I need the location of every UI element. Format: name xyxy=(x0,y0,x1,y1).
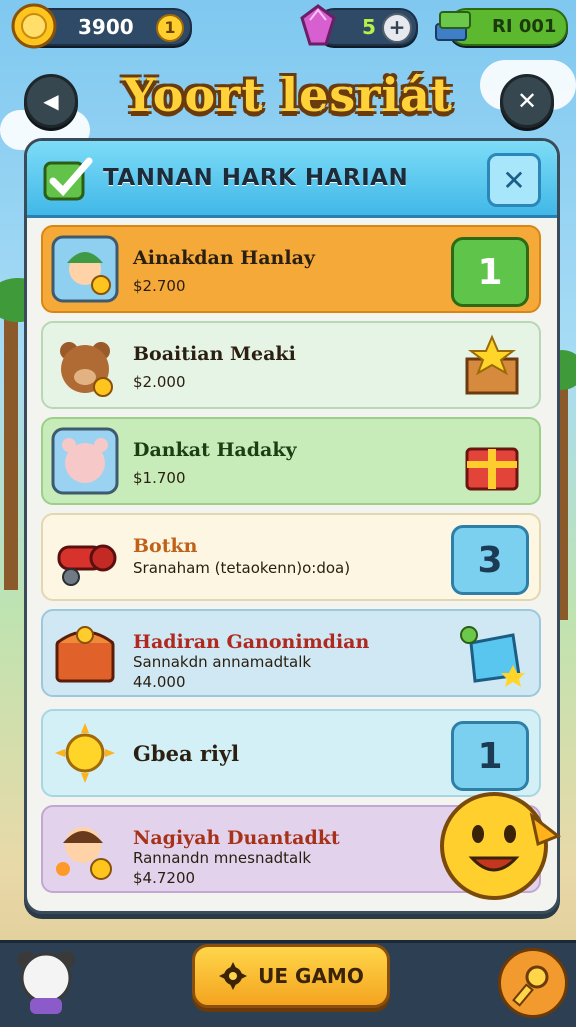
top-bar: 3900 1 5 + RI 001 xyxy=(0,0,576,50)
back-button[interactable]: ◀ xyxy=(24,74,78,128)
gem-icon xyxy=(300,4,336,46)
gem-value: 5 xyxy=(362,15,376,39)
close-screen-button[interactable]: ✕ xyxy=(500,74,554,128)
panel-header: TANNAN HARK HARIAN ✕ xyxy=(27,141,557,218)
key-icon xyxy=(512,965,549,1007)
task-reward: $2.000 xyxy=(133,373,186,391)
panel-close-button[interactable]: ✕ xyxy=(487,153,541,207)
gear-icon xyxy=(219,962,248,990)
task-row[interactable]: Ainakdan Hanlay $2.700 1 xyxy=(41,225,541,313)
play-game-button[interactable]: UE GAMO xyxy=(192,944,390,1008)
gift-box-icon xyxy=(465,447,519,491)
task-reward: $1.700 xyxy=(133,469,186,487)
screen-title: Yoort lesriát xyxy=(122,68,454,122)
task-row[interactable]: Dankat Hadaky $1.700 xyxy=(41,417,541,505)
task-description: Sannakdn annamadtalk xyxy=(133,653,312,671)
girl-portrait-icon xyxy=(56,827,112,880)
character-portrait-icon xyxy=(51,235,119,303)
task-count-badge[interactable]: 3 xyxy=(451,525,529,595)
task-row[interactable]: Gbea riyl 1 xyxy=(41,709,541,797)
task-name: Ainakdan Hanlay xyxy=(133,247,315,269)
coin-level-badge: 1 xyxy=(156,14,184,42)
play-game-label: UE GAMO xyxy=(258,964,364,988)
pig-portrait-icon xyxy=(51,427,119,495)
panel-title: TANNAN HARK HARIAN xyxy=(103,165,409,191)
task-row[interactable]: Botkn Sranaham (tetaokenn)o:doa) 3 xyxy=(41,513,541,601)
add-gems-button[interactable]: + xyxy=(382,13,412,43)
task-name: Gbea riyl xyxy=(133,741,240,766)
back-icon: ◀ xyxy=(43,89,59,113)
bear-icon xyxy=(60,342,113,397)
panda-avatar-icon[interactable] xyxy=(14,946,78,1016)
coin-value: 3900 xyxy=(78,15,134,39)
task-reward: 44.000 xyxy=(133,673,186,691)
ticket-value: RI 001 xyxy=(492,16,557,37)
sun-icon xyxy=(55,723,115,783)
close-icon: ✕ xyxy=(516,87,538,115)
cannon-icon xyxy=(57,544,117,586)
task-description: Rannandn mnesnadtalk xyxy=(133,849,312,867)
task-name: Dankat Hadaky xyxy=(133,439,297,461)
task-name: Hadiran Ganonimdian xyxy=(133,631,370,653)
crystal-bag-icon xyxy=(460,626,525,687)
task-row[interactable]: Hadiran Ganonimdian Sannakdn annamadtalk… xyxy=(41,609,541,697)
task-name: Nagiyah Duantadkt xyxy=(133,827,340,849)
task-reward: $4.7200 xyxy=(133,869,196,887)
task-count-badge[interactable]: 1 xyxy=(451,237,529,307)
checkmark-icon xyxy=(43,157,93,201)
close-icon: ✕ xyxy=(502,163,526,197)
task-reward: $2.700 xyxy=(133,277,186,295)
task-name: Botkn xyxy=(133,535,198,557)
task-description: Sranaham (tetaokenn)o:doa) xyxy=(133,559,351,577)
settings-button[interactable] xyxy=(498,948,568,1018)
task-row[interactable]: Boaitian Meaki $2.000 xyxy=(41,321,541,409)
star-box-icon xyxy=(465,334,519,395)
task-name: Boaitian Meaki xyxy=(133,343,296,365)
smiley-mascot-icon xyxy=(440,792,562,900)
gold-coin-icon xyxy=(11,3,57,49)
treasure-chest-icon xyxy=(55,626,115,683)
ticket-stack-icon xyxy=(435,11,471,41)
task-count-badge[interactable]: 1 xyxy=(451,721,529,791)
